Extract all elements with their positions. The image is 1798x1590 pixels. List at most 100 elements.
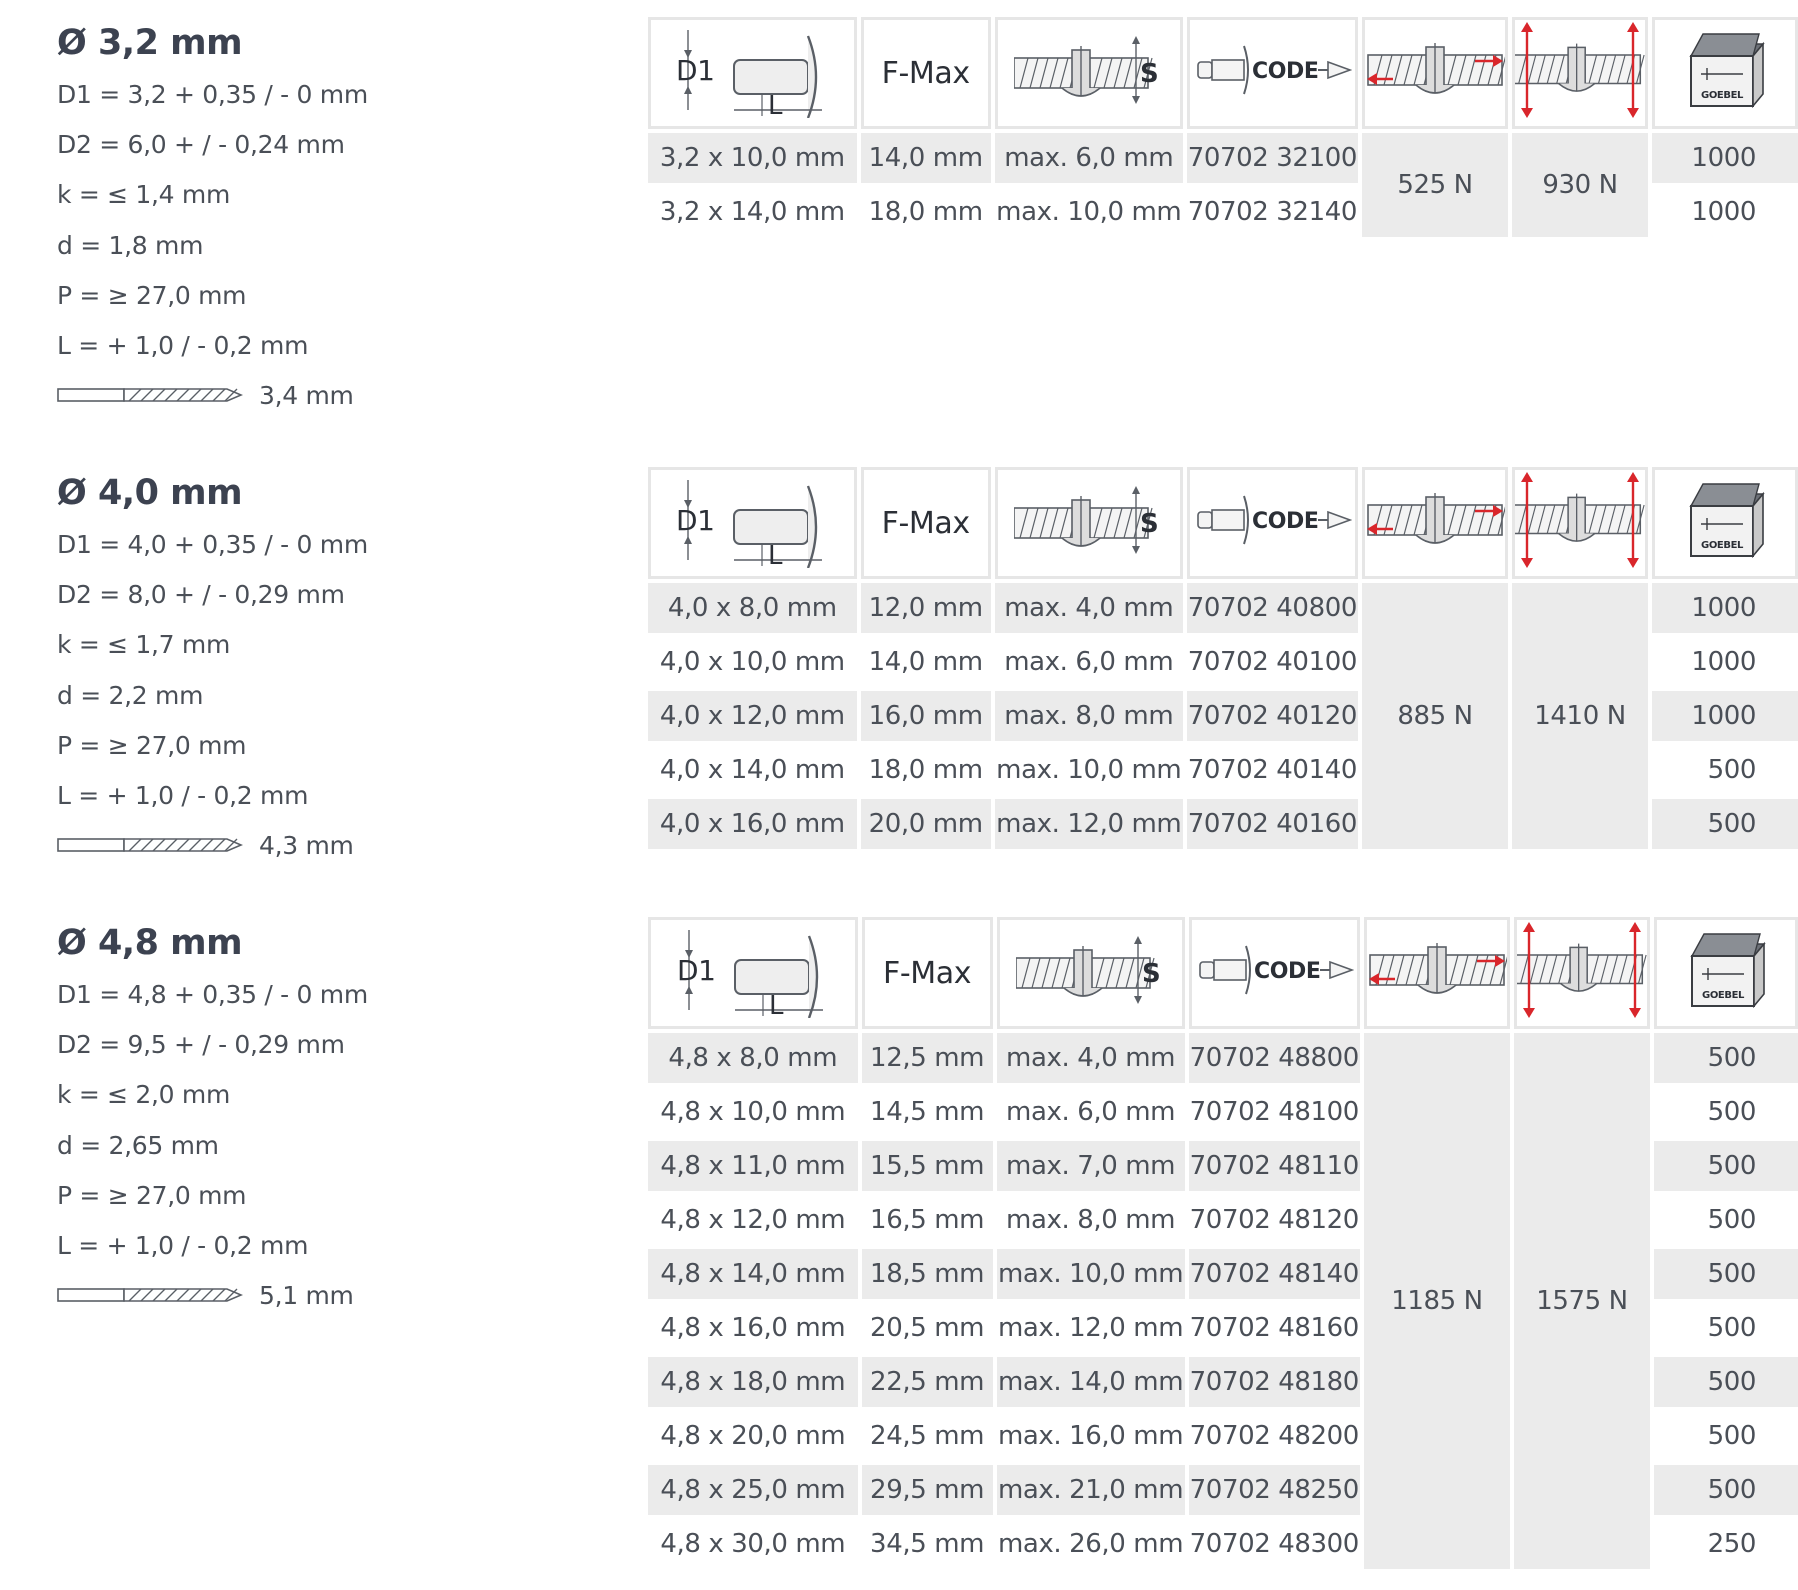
article-code-cell: 70702 48110 — [1188, 1141, 1360, 1191]
rivet-size-cell: 3,2 x 10,0 mm — [648, 133, 857, 183]
table-row: 3,2 x 10,0 mm 14,0 mm max. 6,0 mm 70702 321… — [648, 133, 1798, 237]
rivet-dimension-icon: D1 L — [648, 17, 857, 129]
fmax-cell: 24,5 mm — [861, 1411, 993, 1461]
fmax-cell: 20,5 mm — [861, 1303, 993, 1353]
spec-line: L = + 1,0 / - 0,2 mm — [57, 780, 309, 810]
article-code-icon: CODE — [1188, 917, 1360, 1029]
spec-line: d = 2,65 mm — [57, 1130, 219, 1160]
fmax-cell: 18,5 mm — [861, 1249, 993, 1299]
rivet-size-cell: 4,8 x 10,0 mm — [648, 1087, 858, 1137]
grip-range-cell: max. 10,0 mm — [996, 1249, 1185, 1299]
rivet-size-cell: 4,8 x 16,0 mm — [648, 1303, 858, 1353]
spec-line: D2 = 6,0 + / - 0,24 mm — [57, 130, 345, 160]
rivet-size-cell: 4,0 x 8,0 mm — [648, 583, 857, 633]
shear-force-icon — [1364, 917, 1510, 1029]
rivet-size-cell: 4,8 x 14,0 mm — [648, 1249, 858, 1299]
package-box-icon: GOEBEL — [1652, 17, 1798, 129]
package-qty-cell: 500 — [1652, 799, 1798, 849]
spec-line: d = 1,8 mm — [57, 230, 204, 260]
rivet-table: D1 L F-Max S CODE — [644, 13, 1798, 241]
rivet-size-cell: 4,8 x 30,0 mm — [648, 1519, 858, 1569]
package-qty-cell: 500 — [1654, 1195, 1798, 1245]
svg-text:GOEBEL: GOEBEL — [1702, 990, 1745, 1001]
rivet-size-cell: 4,8 x 18,0 mm — [648, 1357, 858, 1407]
fmax-cell: 14,0 mm — [860, 637, 991, 687]
package-qty-cell: 500 — [1654, 1249, 1798, 1299]
grip-range-cell: max. 12,0 mm — [994, 799, 1183, 849]
rivet-size-cell: 4,8 x 8,0 mm — [648, 1033, 858, 1083]
svg-text:L: L — [768, 541, 783, 568]
shear-force-cell: 1185 N — [1364, 1033, 1510, 1569]
rivet-size-cell: 4,8 x 25,0 mm — [648, 1465, 858, 1515]
fmax-cell: 16,5 mm — [861, 1195, 993, 1245]
svg-text:D1: D1 — [676, 54, 715, 87]
grip-range-cell: max. 4,0 mm — [996, 1033, 1185, 1083]
package-qty-cell: 500 — [1654, 1411, 1798, 1461]
table-header: D1 L F-Max S CODE GOEBEL — [648, 917, 1798, 1029]
tensile-force-icon — [1514, 917, 1650, 1029]
svg-text:S: S — [1142, 959, 1160, 989]
grip-range-icon: S — [994, 467, 1183, 579]
rivet-dimension-icon: D1 L — [648, 917, 858, 1029]
package-qty-cell: 1000 — [1652, 637, 1798, 687]
grip-range-cell: max. 7,0 mm — [996, 1141, 1185, 1191]
spec-line: P = ≥ 27,0 mm — [57, 730, 247, 760]
table-header: D1 L F-Max S CODE GOEBEL — [648, 467, 1798, 579]
rivet-size-cell: 4,8 x 12,0 mm — [648, 1195, 858, 1245]
drill-size-line: 3,4 mm — [57, 371, 368, 421]
fmax-cell: 20,0 mm — [860, 799, 991, 849]
svg-text:L: L — [768, 91, 783, 118]
rivet-size-cell: 4,0 x 12,0 mm — [648, 691, 857, 741]
tensile-force-cell: 1410 N — [1512, 583, 1649, 849]
fmax-cell: 12,5 mm — [861, 1033, 993, 1083]
fmax-label: F-Max — [883, 955, 972, 991]
fmax-cell: 14,0 mm — [860, 133, 991, 183]
fmax-cell: 16,0 mm — [860, 691, 991, 741]
spec-line: d = 2,2 mm — [57, 680, 204, 710]
fmax-header: F-Max — [861, 917, 993, 1029]
tensile-force-cell: 930 N — [1512, 133, 1649, 237]
svg-text:D1: D1 — [676, 504, 715, 537]
article-code-icon: CODE — [1186, 17, 1359, 129]
drill-size: 4,3 mm — [259, 831, 354, 861]
rivet-size-cell: 3,2 x 14,0 mm — [648, 187, 857, 237]
article-code-cell: 70702 40120 — [1186, 691, 1359, 741]
grip-range-cell: max. 10,0 mm — [994, 745, 1183, 795]
svg-text:D1: D1 — [677, 954, 716, 987]
drill-bit-icon — [57, 1271, 259, 1321]
rivet-table: D1 L F-Max S CODE — [644, 463, 1798, 853]
fmax-cell: 29,5 mm — [861, 1465, 993, 1515]
spec-line: D2 = 9,5 + / - 0,29 mm — [57, 1030, 345, 1060]
grip-range-icon: S — [994, 17, 1183, 129]
package-qty-cell: 1000 — [1652, 133, 1798, 183]
package-qty-cell: 500 — [1654, 1141, 1798, 1191]
rivet-size-cell: 4,8 x 20,0 mm — [648, 1411, 858, 1461]
rivet-size-cell: 4,8 x 11,0 mm — [648, 1141, 858, 1191]
package-qty-cell: 500 — [1654, 1465, 1798, 1515]
tensile-force-icon — [1512, 467, 1649, 579]
article-code-cell: 70702 32140 — [1186, 187, 1359, 237]
rivet-dimension-icon: D1 L — [648, 467, 857, 579]
spec-block: Ø 3,2 mm D1 = 3,2 + 0,35 / - 0 mm D2 = 6,0… — [57, 22, 368, 421]
package-qty-cell: 500 — [1654, 1303, 1798, 1353]
article-code-cell: 70702 40100 — [1186, 637, 1359, 687]
table-header: D1 L F-Max S CODE GOEBEL — [648, 17, 1798, 129]
spec-line: D1 = 4,0 + 0,35 / - 0 mm — [57, 530, 368, 559]
article-code-cell: 70702 32100 — [1186, 133, 1359, 183]
grip-range-cell: max. 6,0 mm — [994, 637, 1183, 687]
package-box-icon: GOEBEL — [1652, 467, 1798, 579]
article-code-cell: 70702 48250 — [1188, 1465, 1360, 1515]
fmax-cell: 22,5 mm — [861, 1357, 993, 1407]
spec-line: D1 = 3,2 + 0,35 / - 0 mm — [57, 80, 368, 109]
spec-line: P = ≥ 27,0 mm — [57, 1180, 247, 1210]
fmax-label: F-Max — [881, 55, 971, 91]
section-title: Ø 4,0 mm — [57, 473, 243, 513]
grip-range-cell: max. 6,0 mm — [996, 1087, 1185, 1137]
package-qty-cell: 500 — [1654, 1033, 1798, 1083]
spec-line: k = ≤ 1,7 mm — [57, 630, 231, 660]
package-qty-cell: 500 — [1654, 1087, 1798, 1137]
article-code-cell: 70702 40800 — [1186, 583, 1359, 633]
svg-text:L: L — [769, 991, 784, 1018]
grip-range-cell: max. 14,0 mm — [996, 1357, 1185, 1407]
svg-text:CODE: CODE — [1254, 959, 1321, 984]
